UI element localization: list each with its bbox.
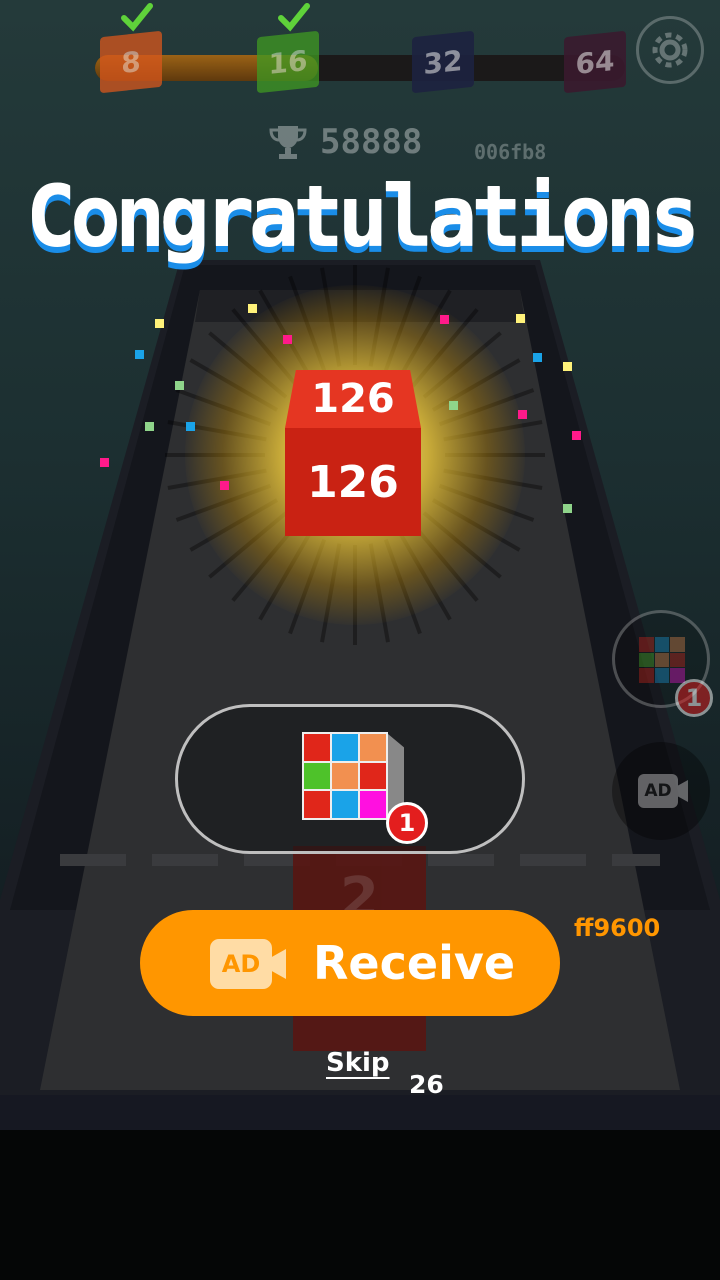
confetti-piece (533, 353, 542, 362)
rubik-item-button[interactable]: 1 (612, 610, 713, 717)
milestone-cube: 16 (257, 30, 319, 94)
confetti-piece (563, 362, 572, 371)
confetti-piece (145, 422, 154, 431)
check-icon (278, 3, 310, 32)
ad-video-icon: AD (638, 774, 690, 810)
rubik-cube-icon (302, 732, 388, 820)
milestone-cube: 64 (564, 30, 626, 94)
trophy-icon (269, 126, 307, 159)
confetti-piece (248, 304, 257, 313)
score-value: 58888 (320, 122, 423, 162)
debug-color-label: ff9600 (574, 914, 661, 942)
confetti-piece (220, 481, 229, 490)
receive-button[interactable]: AD Receive (140, 910, 560, 1016)
ad-icon-label: AD (638, 774, 678, 808)
confetti-piece (175, 381, 184, 390)
watch-ad-button[interactable]: AD (612, 742, 710, 840)
debug-color-label: 006fb8 (474, 140, 547, 164)
congratulations-title: Congratulations (25, 168, 701, 266)
confetti-piece (449, 401, 458, 410)
confetti-piece (572, 431, 581, 440)
bottom-bar (0, 1130, 720, 1280)
merged-cube-front: 126 (285, 428, 421, 536)
milestone-32: 32 (412, 26, 476, 94)
milestone-16: 16 (257, 3, 321, 94)
confetti-piece (186, 422, 195, 431)
rubik-cube-icon (639, 637, 685, 683)
check-icon (121, 3, 153, 32)
skip-countdown: 26 (409, 1070, 444, 1099)
ad-icon-label: AD (210, 939, 272, 989)
confetti-piece (516, 314, 525, 323)
score-display: 58888 (268, 122, 422, 162)
confetti-piece (135, 350, 144, 359)
confetti-piece (440, 315, 449, 324)
item-count-badge: 1 (675, 679, 713, 717)
settings-button[interactable] (636, 16, 704, 84)
confetti-piece (100, 458, 109, 467)
receive-label: Receive (313, 936, 516, 990)
confetti-piece (283, 335, 292, 344)
game-scene: 2 8 16 32 64 58888 006fb8 Congratulation… (0, 0, 720, 1280)
milestone-64: 64 (564, 26, 628, 94)
milestone-cube: 8 (100, 30, 162, 94)
milestone-8: 8 (100, 3, 164, 94)
confetti-piece (518, 410, 527, 419)
level-progress-bar (95, 55, 625, 81)
ad-video-icon: AD (210, 939, 286, 989)
confetti-piece (563, 504, 572, 513)
milestone-cube: 32 (412, 30, 474, 94)
reward-count-badge: 1 (386, 802, 428, 844)
skip-button[interactable]: Skip (326, 1048, 390, 1078)
merged-cube-top: 126 (285, 370, 421, 428)
confetti-piece (155, 319, 164, 328)
gear-icon (652, 32, 688, 68)
